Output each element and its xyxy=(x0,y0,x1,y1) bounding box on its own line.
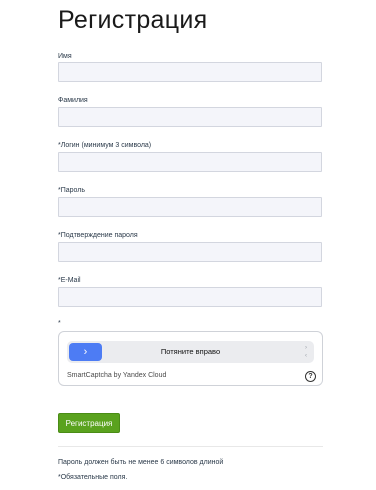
required-fields-note: *Обязательные поля. xyxy=(58,474,128,481)
name-field[interactable] xyxy=(58,62,322,82)
captcha-required-marker: * xyxy=(58,320,61,327)
captcha-slider-text: Потяните вправо xyxy=(160,347,221,356)
password-field[interactable] xyxy=(58,197,322,217)
captcha-slider-track[interactable]: › Потяните вправо › ‹ xyxy=(67,341,314,363)
divider xyxy=(58,446,323,447)
name-label: Имя xyxy=(58,53,72,60)
chevron-left-hint-icon: ‹ xyxy=(305,353,307,359)
password-confirm-label: *Подтверждение пароля xyxy=(58,232,138,239)
register-button[interactable]: Регистрация xyxy=(58,413,120,433)
surname-label: Фамилия xyxy=(58,97,88,104)
chevron-right-hint-icon: › xyxy=(305,345,307,351)
question-circle-icon[interactable]: ? xyxy=(305,371,316,382)
login-field[interactable] xyxy=(58,152,322,172)
email-field[interactable] xyxy=(58,287,322,307)
captcha-widget: › Потяните вправо › ‹ SmartCaptcha by Ya… xyxy=(58,331,323,386)
password-rule-note: Пароль должен быть не менее 6 символов д… xyxy=(58,459,224,466)
login-label: *Логин (минимум 3 символа) xyxy=(58,142,152,149)
password-confirm-field[interactable] xyxy=(58,242,322,262)
email-label: *E-Mail xyxy=(58,277,81,284)
page-title: Регистрация xyxy=(58,6,208,34)
captcha-footer: SmartCaptcha by Yandex Cloud xyxy=(67,372,167,379)
surname-field[interactable] xyxy=(58,107,322,127)
password-label: *Пароль xyxy=(58,187,86,194)
